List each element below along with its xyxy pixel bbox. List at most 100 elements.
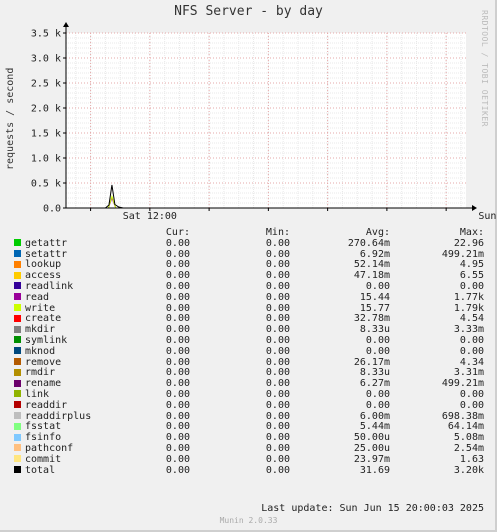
- legend-avg-value: 23.97m: [353, 453, 390, 465]
- y-tick-label: 0.5 k: [31, 179, 61, 190]
- legend-row-setattr: setattr 0.00 0.00 6.92m 499.21m: [10, 248, 484, 261]
- legend-swatch: [14, 390, 21, 398]
- legend-swatch: [14, 250, 21, 258]
- legend-min-value: 0.00: [265, 453, 290, 465]
- legend-label: rename: [25, 378, 62, 390]
- legend-row-read: read 0.00 0.00 15.44 1.77k: [10, 291, 484, 304]
- legend-max-value: 0.00: [459, 345, 484, 357]
- legend-label: link: [25, 388, 50, 400]
- legend-label: setattr: [25, 248, 68, 260]
- legend-row-fsstat: fsstat 0.00 0.00 5.44m 64.14m: [10, 421, 484, 433]
- legend-swatch: [14, 368, 21, 376]
- y-tick-label: 0.0: [43, 204, 61, 215]
- last-update: Last update: Sun Jun 15 20:00:03 2025: [261, 503, 484, 514]
- legend-label: mknod: [25, 345, 56, 357]
- legend-max-value: 1.63: [459, 453, 484, 465]
- legend-cur-value: 0.00: [165, 453, 190, 465]
- legend-row-access: access 0.00 0.00 47.18m 6.55: [10, 270, 484, 282]
- legend-avg-value: 0.00: [365, 345, 390, 357]
- legend-row-mknod: mknod 0.00 0.00 0.00 0.00: [10, 345, 484, 358]
- legend-cur-value: 0.00: [165, 399, 190, 411]
- legend-label: total: [25, 464, 56, 476]
- legend-swatch: [14, 271, 21, 279]
- legend-row-symlink: symlink 0.00 0.00 0.00 0.00: [10, 334, 484, 347]
- legend-cur-value: 0.00: [165, 464, 190, 476]
- legend-row-getattr: getattr 0.00 0.00 270.64m 22.96: [10, 237, 484, 250]
- legend-row-total: total 0.00 0.00 31.69 3.20k: [10, 464, 484, 477]
- legend-label: rmdir: [25, 367, 56, 379]
- legend-cur-value: 0.00: [165, 237, 190, 249]
- legend-row-commit: commit 0.00 0.00 23.97m 1.63: [10, 453, 484, 466]
- legend-swatch: [14, 455, 21, 463]
- legend-swatch: [14, 379, 21, 387]
- legend-cur-value: 0.00: [165, 291, 190, 303]
- legend-swatch: [14, 433, 21, 441]
- legend-label: mkdir: [25, 324, 56, 336]
- legend-max-value: 3.20k: [453, 464, 484, 476]
- legend-swatch: [14, 304, 21, 312]
- y-tick-label: 1.5 k: [31, 129, 61, 140]
- y-axis-arrow: [63, 22, 69, 27]
- legend-series-name: total: [10, 464, 160, 477]
- legend-swatch: [14, 401, 21, 409]
- legend-swatch: [14, 239, 21, 247]
- legend-swatch: [14, 260, 21, 268]
- legend-row-pathconf: pathconf 0.00 0.00 25.00u 2.54m: [10, 442, 484, 455]
- legend-label: fsstat: [25, 421, 62, 433]
- x-tick-label: Sun 00:00: [478, 211, 497, 222]
- legend-avg-value: 270.64m: [347, 237, 390, 249]
- legend-label: readdirplus: [25, 410, 92, 422]
- y-tick-label: 2.0 k: [31, 104, 61, 115]
- legend-min-value: 0.00: [265, 345, 290, 357]
- legend-row-remove: remove 0.00 0.00 26.17m 4.34: [10, 357, 484, 369]
- legend-max-value: 1.77k: [453, 291, 484, 303]
- legend-label: lookup: [25, 259, 62, 271]
- y-tick-label: 3.5 k: [31, 29, 61, 40]
- y-tick-label: 3.0 k: [31, 54, 61, 65]
- legend-avg-value: 0.00: [365, 399, 390, 411]
- legend-row-rename: rename 0.00 0.00 6.27m 499.21m: [10, 378, 484, 390]
- legend-swatch: [14, 336, 21, 344]
- legend-swatch: [14, 422, 21, 430]
- legend-swatch: [14, 466, 21, 474]
- legend-row-write: write 0.00 0.00 15.77 1.79k: [10, 302, 484, 315]
- legend-swatch: [14, 325, 21, 333]
- legend-row-fsinfo: fsinfo 0.00 0.00 50.00u 5.08m: [10, 432, 484, 444]
- legend-avg-value: 15.44: [359, 291, 390, 303]
- x-axis-arrow: [472, 205, 477, 211]
- legend-label: access: [25, 270, 62, 282]
- legend-label: write: [25, 302, 56, 314]
- legend-label: pathconf: [25, 442, 74, 454]
- legend-cur-value: 0.00: [165, 345, 190, 357]
- legend-header-row: Cur: Min: Avg: Max:: [10, 227, 484, 239]
- legend-swatch: [14, 347, 21, 355]
- x-tick-label: Sat 12:00: [123, 211, 177, 222]
- legend-label: read: [25, 291, 50, 303]
- legend-row-readdirplus: readdirplus 0.00 0.00 6.00m 698.38m: [10, 410, 484, 423]
- legend-swatch: [14, 412, 21, 420]
- legend-label: readdir: [25, 399, 68, 411]
- legend-row-create: create 0.00 0.00 32.78m 4.54: [10, 313, 484, 325]
- chart-plot: 0.0 0.5 k 1.0 k 1.5 k 2.0 k 2.5 k 3.0 k 3.5 k S…: [31, 22, 497, 222]
- legend-row-readlink: readlink 0.00 0.00 0.00 0.00: [10, 281, 484, 293]
- legend-label: symlink: [25, 334, 68, 346]
- legend-avg-value: 31.69: [359, 464, 390, 476]
- x-tick-labels: Sat 12:00Sun 00:00Sun 12:00: [123, 211, 497, 222]
- y-tick-label: 2.5 k: [31, 79, 61, 90]
- legend-label: commit: [25, 453, 62, 465]
- legend-swatch: [14, 358, 21, 366]
- legend-table: Cur: Min: Avg: Max: getattr 0.00 0.00 270.6…: [10, 227, 484, 477]
- legend-row-rmdir: rmdir 0.00 0.00 8.33u 3.31m: [10, 367, 484, 379]
- legend-max-value: 0.00: [459, 399, 484, 411]
- legend-label: create: [25, 313, 62, 325]
- y-tick-labels: 0.0 0.5 k 1.0 k 1.5 k 2.0 k 2.5 k 3.0 k 3.5 k: [31, 29, 61, 215]
- legend-min-value: 0.00: [265, 464, 290, 476]
- legend-row-mkdir: mkdir 0.00 0.00 8.33u 3.33m: [10, 324, 484, 336]
- legend-swatch: [14, 444, 21, 452]
- legend-min-value: 0.00: [265, 291, 290, 303]
- legend-swatch: [14, 282, 21, 290]
- y-tick-label: 1.0 k: [31, 154, 61, 165]
- legend-label: fsinfo: [25, 432, 62, 444]
- legend-swatch: [14, 293, 21, 301]
- legend-swatch: [14, 314, 21, 322]
